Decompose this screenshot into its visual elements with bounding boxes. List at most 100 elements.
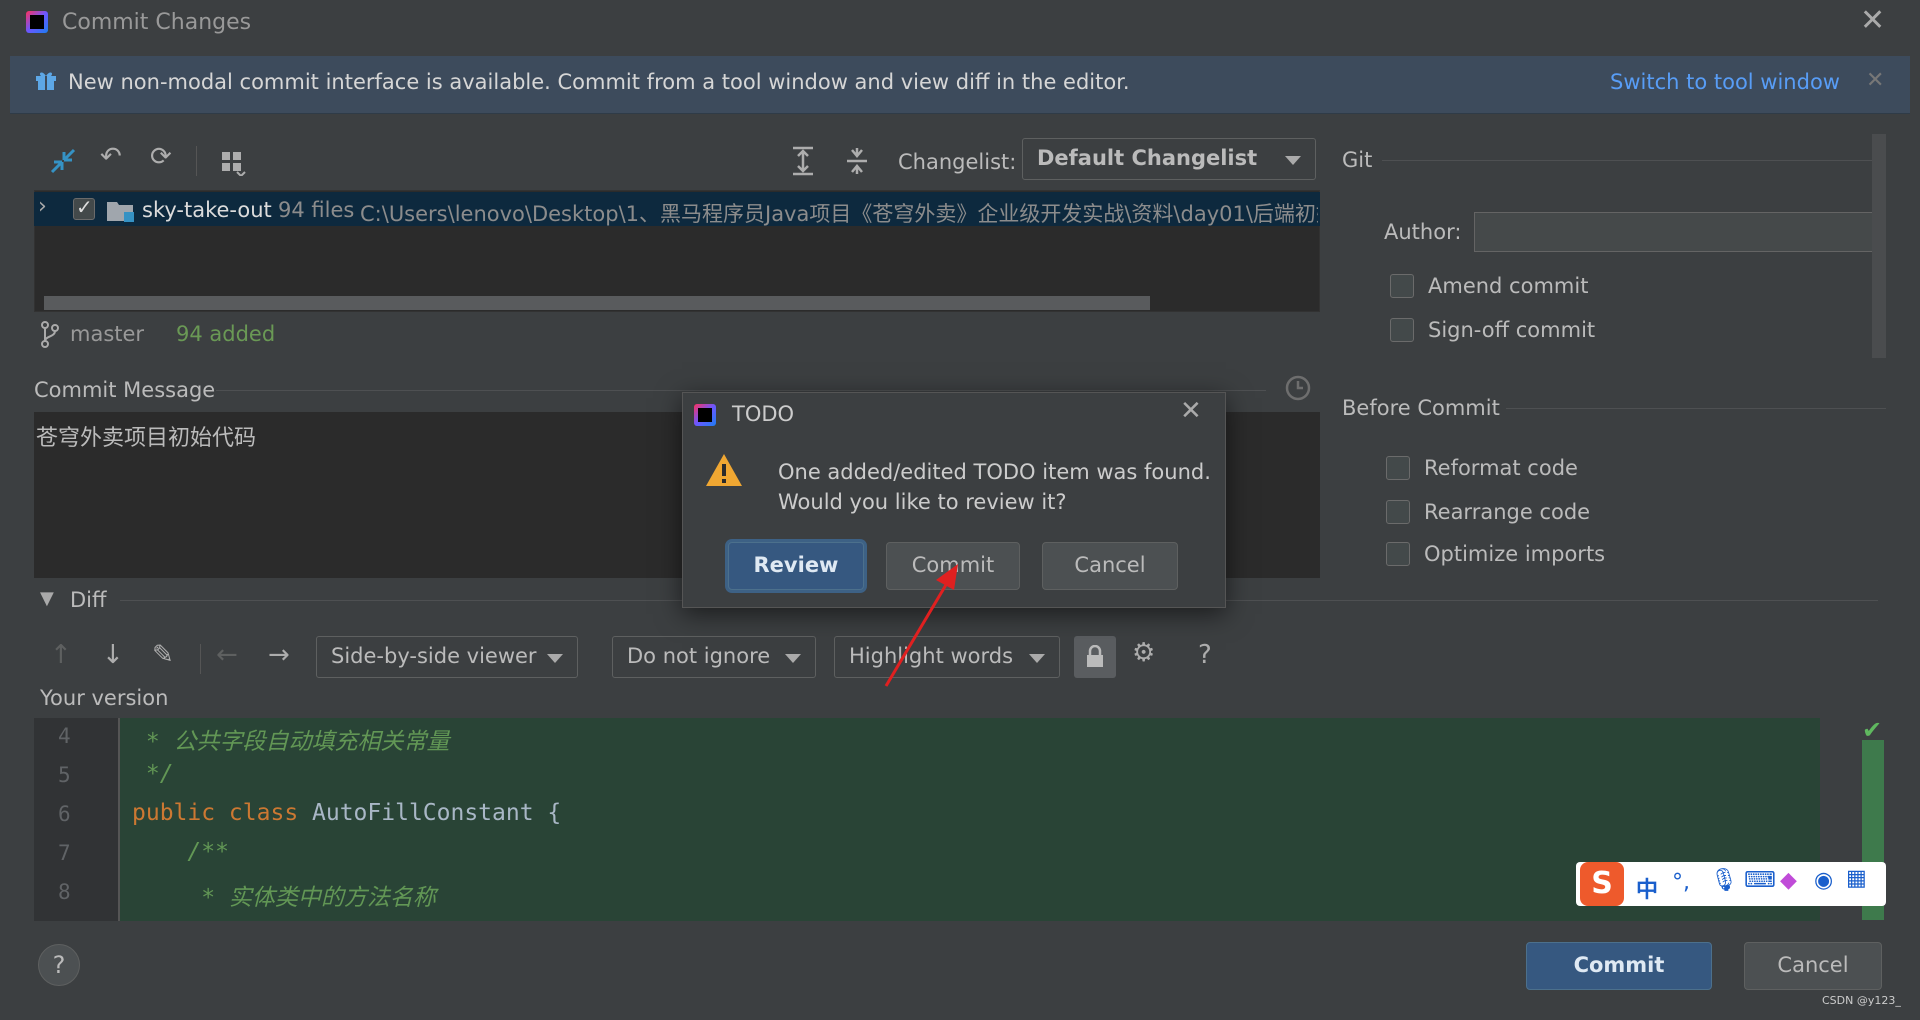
gutter-border	[118, 718, 120, 921]
next-file-icon[interactable]: →	[268, 640, 290, 670]
microphone-icon[interactable]: 🎙	[1710, 868, 1738, 893]
tree-node-path: C:\Users\lenovo\Desktop\1、黑马程序员Java项目《苍穹…	[360, 202, 1318, 226]
signoff-commit-checkbox[interactable]	[1390, 318, 1414, 342]
code-keyword: public class	[132, 800, 313, 826]
tree-node-checkbox[interactable]	[73, 195, 95, 220]
code-line: * 公共字段自动填充相关常量	[132, 722, 450, 756]
code-comment: * 公共字段自动填充相关常量	[132, 729, 450, 755]
switch-to-tool-window-link[interactable]: Switch to tool window	[1610, 70, 1840, 94]
ime-language[interactable]: 中	[1636, 872, 1658, 904]
expand-all-icon[interactable]	[790, 146, 816, 176]
line-number: 6	[58, 802, 71, 826]
intellij-logo-icon	[26, 11, 48, 33]
ignore-mode-select[interactable]: Do not ignore	[612, 636, 816, 678]
diff-title: Diff	[70, 588, 107, 612]
history-clock-icon[interactable]	[1284, 374, 1312, 402]
your-version-label: Your version	[40, 686, 169, 710]
window-close-icon[interactable]: ✕	[1860, 6, 1885, 36]
rearrange-code-checkbox[interactable]	[1386, 500, 1410, 524]
next-difference-icon[interactable]: ↓	[102, 640, 124, 670]
changelist-label: Changelist:	[898, 150, 1017, 174]
branch-icon	[41, 321, 59, 348]
viewer-mode-select[interactable]: Side-by-side viewer	[316, 636, 578, 678]
author-input[interactable]	[1474, 212, 1878, 252]
tree-node-name: sky-take-out	[142, 198, 272, 222]
optimize-imports-label: Optimize imports	[1424, 542, 1606, 566]
changelist-select[interactable]: Default Changelist	[1022, 138, 1316, 180]
viewer-mode-value: Side-by-side viewer	[331, 644, 537, 668]
git-separator	[1382, 160, 1872, 161]
no-problems-check-icon: ✔	[1862, 716, 1883, 744]
commit-message-separator	[216, 390, 1266, 391]
annotation-arrow	[884, 564, 958, 687]
todo-cancel-button[interactable]: Cancel	[1042, 542, 1178, 590]
line-number: 8	[58, 880, 71, 904]
line-number: 4	[58, 724, 71, 748]
git-panel-scrollbar[interactable]	[1872, 134, 1886, 358]
reformat-code-label: Reformat code	[1424, 456, 1578, 480]
horizontal-scrollbar[interactable]	[44, 296, 1150, 310]
commit-message-label: Commit Message	[34, 378, 216, 402]
amend-commit-label: Amend commit	[1428, 274, 1589, 298]
reformat-code-checkbox[interactable]	[1386, 456, 1410, 480]
before-commit-title: Before Commit	[1342, 396, 1500, 420]
rollback-icon[interactable]: ↶	[100, 142, 122, 172]
todo-message-line1: One added/edited TODO item was found.	[778, 460, 1211, 484]
signoff-commit-label: Sign-off commit	[1428, 318, 1596, 342]
before-commit-separator	[1506, 408, 1886, 409]
lock-button[interactable]	[1074, 636, 1116, 678]
game-icon[interactable]: ◉	[1814, 868, 1833, 893]
todo-dialog-close-icon[interactable]: ✕	[1180, 398, 1202, 424]
line-number: 5	[58, 763, 71, 787]
rearrange-code-label: Rearrange code	[1424, 500, 1591, 524]
todo-message-line2: Would you like to review it?	[778, 490, 1067, 514]
sogou-logo-icon[interactable]: S	[1580, 862, 1624, 906]
help-button[interactable]: ?	[38, 944, 80, 986]
review-button[interactable]: Review	[728, 542, 864, 590]
apps-grid-icon[interactable]: ▦	[1846, 866, 1867, 891]
settings-gear-icon[interactable]: ⚙	[1132, 638, 1155, 668]
code-line: */	[132, 761, 174, 787]
todo-dialog-logo-icon	[694, 404, 716, 426]
cancel-button[interactable]: Cancel	[1744, 942, 1882, 990]
refresh-icon[interactable]: ⟳	[150, 142, 172, 172]
skin-icon[interactable]: ◆	[1780, 868, 1797, 893]
todo-dialog-title: TODO	[732, 402, 795, 426]
diff-help-icon[interactable]: ?	[1198, 640, 1212, 670]
group-by-icon[interactable]	[220, 150, 246, 176]
code-text: AutoFillConstant {	[312, 800, 562, 826]
lock-icon	[1087, 645, 1103, 667]
code-comment: * 实体类中的方法名称	[132, 885, 436, 911]
author-label: Author:	[1384, 220, 1462, 244]
toolbar-divider	[196, 146, 197, 176]
title-bar	[0, 0, 1920, 46]
edit-source-icon[interactable]: ✎	[152, 640, 174, 670]
optimize-imports-checkbox[interactable]	[1386, 542, 1410, 566]
diff-toolbar-divider	[200, 644, 201, 674]
warning-icon	[706, 454, 742, 486]
amend-commit-checkbox[interactable]	[1390, 274, 1414, 298]
folder-icon	[107, 202, 134, 222]
commit-message-text: 苍穹外卖项目初始代码	[36, 426, 257, 451]
banner-text: New non-modal commit interface is availa…	[68, 70, 1130, 94]
code-line: /**	[132, 839, 229, 865]
line-gutter	[34, 718, 120, 921]
code-line: * 实体类中的方法名称	[132, 878, 436, 912]
tree-node-count: 94 files	[278, 198, 355, 222]
diff-collapse-icon[interactable]: ▼	[40, 588, 54, 609]
show-diff-icon[interactable]	[48, 146, 78, 176]
code-comment: */	[132, 761, 174, 787]
previous-file-icon[interactable]: ←	[216, 640, 238, 670]
branch-status: 94 added	[176, 322, 276, 346]
previous-difference-icon[interactable]: ↑	[50, 640, 72, 670]
git-panel-title: Git	[1342, 148, 1373, 172]
ime-punctuation[interactable]: °,	[1672, 870, 1690, 895]
keyboard-icon[interactable]: ⌨	[1744, 868, 1776, 893]
code-comment: /**	[132, 839, 229, 865]
banner-close-icon[interactable]: ✕	[1866, 70, 1884, 92]
code-line: public class AutoFillConstant {	[132, 800, 561, 826]
collapse-all-icon[interactable]	[844, 146, 870, 176]
commit-button[interactable]: Commit	[1526, 942, 1712, 990]
ignore-mode-value: Do not ignore	[627, 644, 771, 668]
expand-chevron-icon[interactable]: ›	[38, 194, 47, 219]
